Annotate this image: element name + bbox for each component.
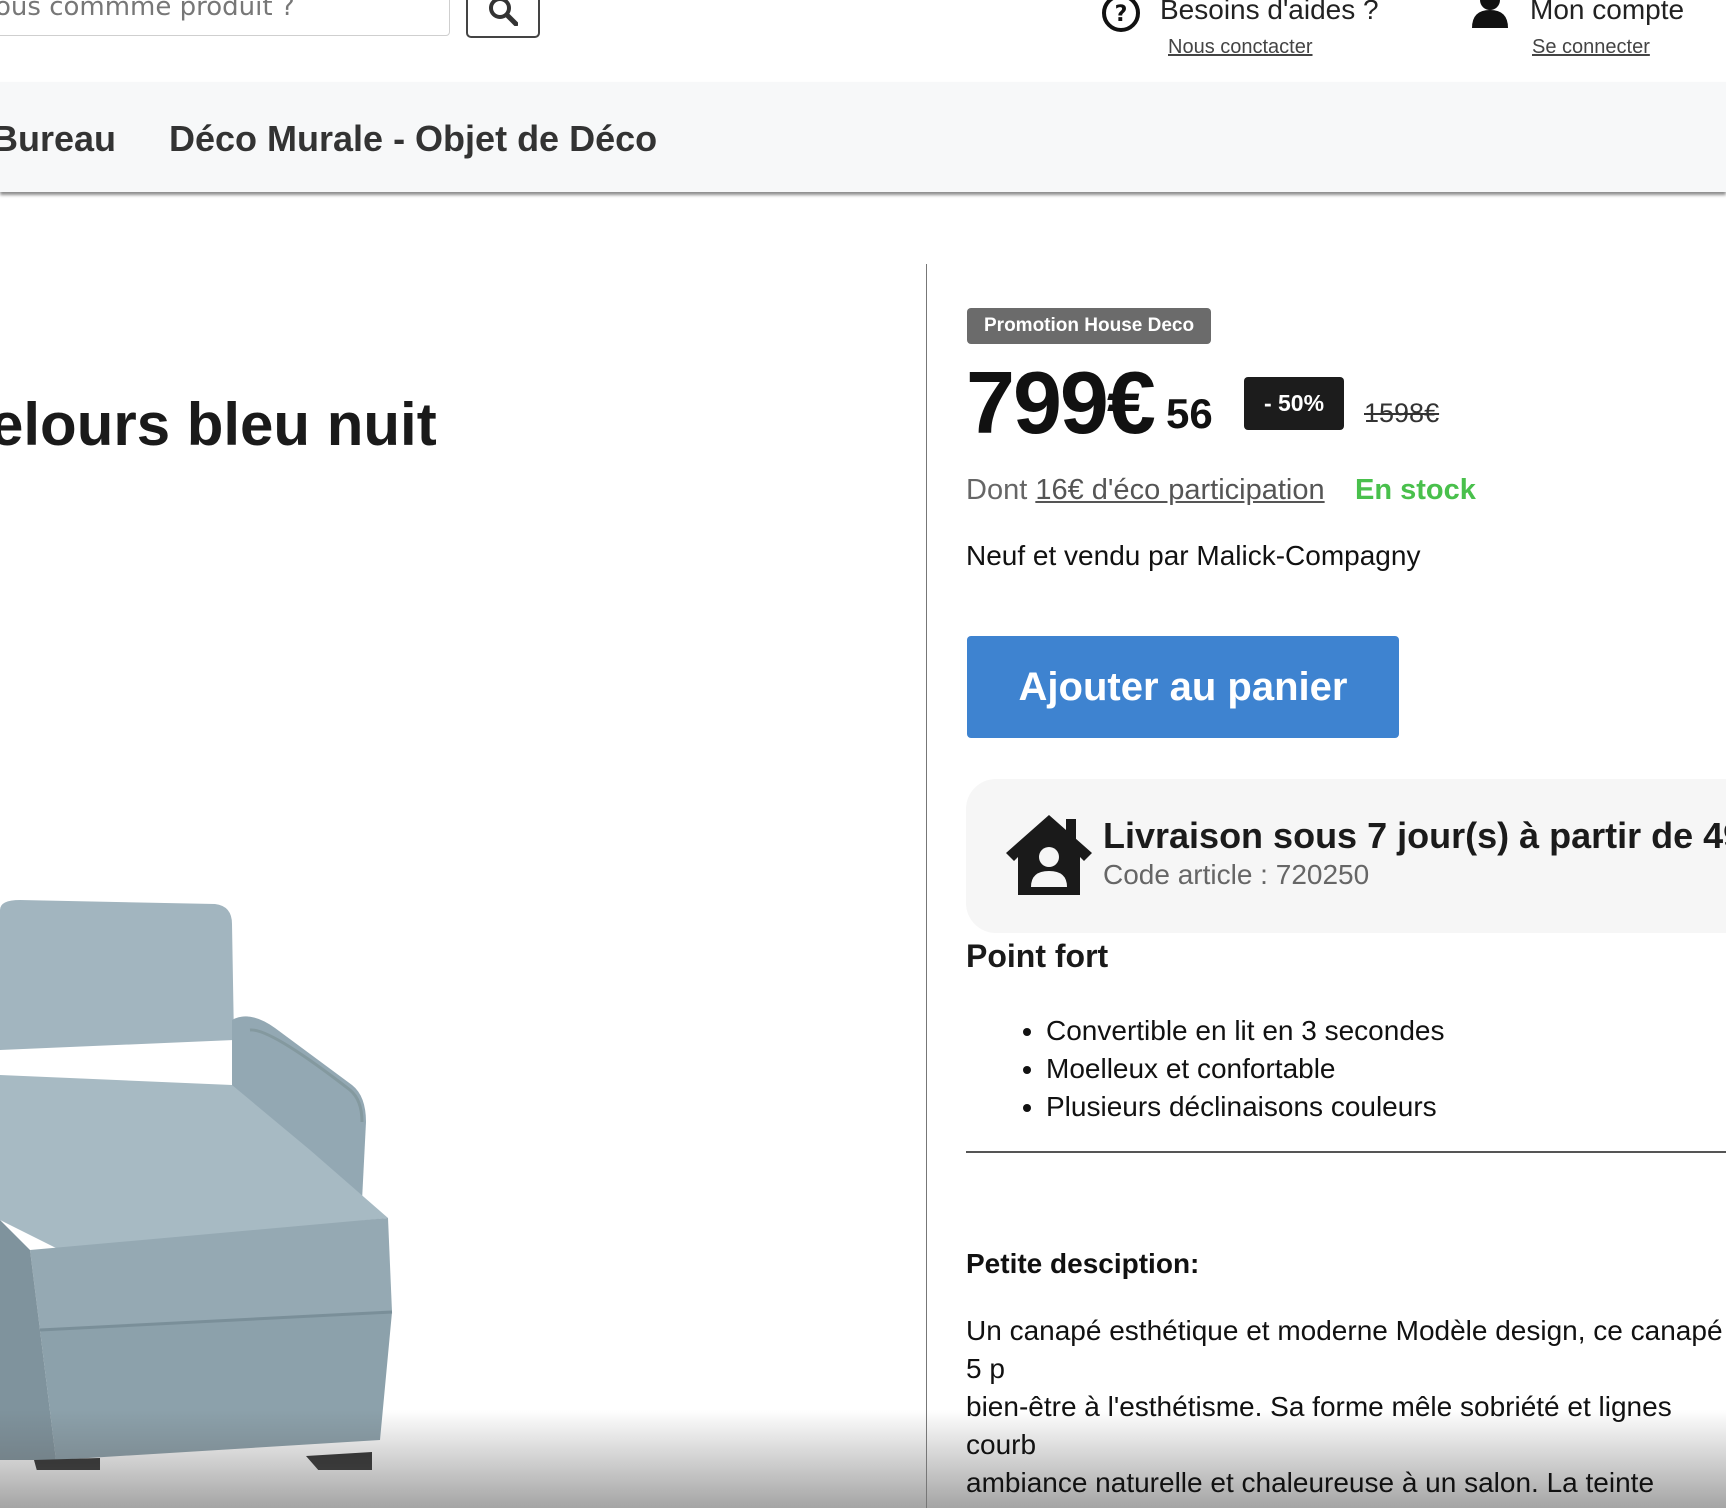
nav-item-deco-murale[interactable]: Déco Murale - Objet de Déco bbox=[169, 118, 657, 160]
article-code: Code article : 720250 bbox=[1103, 859, 1370, 890]
category-nav: Bureau Déco Murale - Objet de Déco bbox=[0, 82, 1726, 192]
contact-link[interactable]: Nous conctacter bbox=[1168, 36, 1313, 59]
eco-participation: Dont 16€ d'éco participation bbox=[966, 474, 1325, 507]
list-item: Plusieurs déclinaisons couleurs bbox=[1046, 1088, 1444, 1126]
add-to-cart-button[interactable]: Ajouter au panier bbox=[967, 636, 1399, 738]
strong-points-list: Convertible en lit en 3 secondes Moelleu… bbox=[966, 1012, 1444, 1126]
question-circle-icon: ? bbox=[1102, 0, 1140, 32]
price-main: 799€ bbox=[966, 353, 1156, 452]
discount-badge: - 50% bbox=[1244, 377, 1344, 430]
product-image bbox=[0, 900, 393, 1470]
promo-badge: Promotion House Deco bbox=[967, 308, 1212, 344]
svg-text:?: ? bbox=[1115, 2, 1128, 27]
search-input[interactable]: ous commme produit ? bbox=[0, 0, 450, 36]
search-button[interactable] bbox=[466, 0, 540, 38]
product-title: elours bleu nuit bbox=[0, 391, 437, 458]
login-link[interactable]: Se connecter bbox=[1532, 36, 1650, 59]
user-icon bbox=[1472, 0, 1508, 28]
eco-prefix: Dont bbox=[966, 474, 1028, 506]
description-title: Petite desciption: bbox=[966, 1248, 1200, 1279]
column-divider bbox=[926, 264, 927, 1508]
seller-info: Neuf et vendu par Malick-Compagny bbox=[966, 540, 1421, 571]
search-icon bbox=[489, 0, 518, 26]
section-divider bbox=[966, 1151, 1726, 1153]
price-cents: 56 bbox=[1166, 390, 1213, 437]
nav-item-bureau[interactable]: Bureau bbox=[0, 118, 116, 160]
delivery-info: Livraison sous 7 jour(s) à partir de 49€ bbox=[1103, 815, 1726, 856]
eco-participation-link[interactable]: 16€ d'éco participation bbox=[1035, 474, 1324, 506]
stock-status: En stock bbox=[1355, 474, 1476, 506]
description-text: Un canapé esthétique et moderne Modèle d… bbox=[966, 1315, 1723, 1508]
help-title: Besoins d'aides ? bbox=[1160, 0, 1379, 25]
delivery-box: Livraison sous 7 jour(s) à partir de 49€… bbox=[966, 779, 1726, 933]
house-user-icon bbox=[1006, 815, 1092, 895]
account-title: Mon compte bbox=[1530, 0, 1685, 25]
list-item: Convertible en lit en 3 secondes bbox=[1046, 1012, 1444, 1050]
old-price: 1598€ bbox=[1364, 398, 1440, 428]
list-item: Moelleux et confortable bbox=[1046, 1050, 1444, 1088]
strong-points-title: Point fort bbox=[966, 938, 1109, 974]
